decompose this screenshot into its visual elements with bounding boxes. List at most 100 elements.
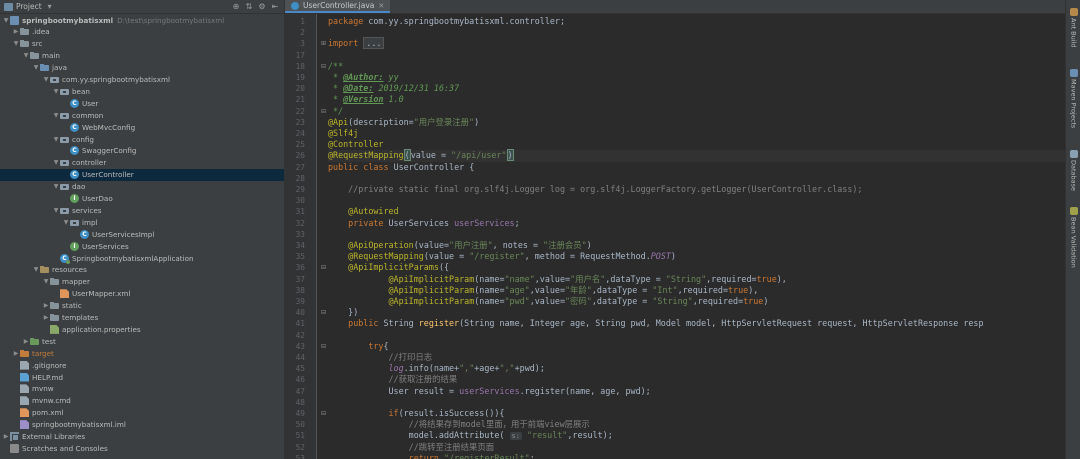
expand-arrow-icon[interactable]: ▼ <box>42 76 50 83</box>
code-line[interactable]: //打印日志 <box>328 352 1065 363</box>
code-line[interactable] <box>328 27 1065 38</box>
folded-imports[interactable]: ... <box>363 37 385 50</box>
tree-item[interactable]: WebMvcConfig <box>0 121 284 133</box>
tool-window-button[interactable]: Bean Validation <box>1066 207 1080 268</box>
tree-item[interactable]: ▼ resources <box>0 264 284 276</box>
code-line[interactable]: //将结果存到model里面，用于前端view层展示 <box>328 419 1065 430</box>
tree-item[interactable]: ▼ services <box>0 204 284 216</box>
code-line[interactable]: @ApiImplicitParams({ <box>328 262 1065 273</box>
expand-arrow-icon[interactable]: ▼ <box>2 17 10 24</box>
code-line[interactable]: //跳转至注册结果页面 <box>328 442 1065 453</box>
code-line[interactable]: @RequestMapping(value = "/api/user") <box>328 149 1065 162</box>
code-line[interactable]: if(result.isSuccess()){ <box>328 408 1065 419</box>
code-line[interactable]: * @Date: 2019/12/31 16:37 <box>328 83 1065 94</box>
tree-item[interactable]: mvnw.cmd <box>0 395 284 407</box>
code-line[interactable]: package com.yy.springbootmybatisxml.cont… <box>328 16 1065 27</box>
collapse-arrow-icon[interactable]: ▶ <box>42 302 50 309</box>
code-line[interactable]: @ApiImplicitParam(name="name",value="用户名… <box>328 274 1065 285</box>
expand-arrow-icon[interactable]: ▼ <box>22 52 30 59</box>
collapse-arrow-icon[interactable]: ▶ <box>2 433 10 440</box>
tree-item[interactable]: User <box>0 97 284 109</box>
tree-item[interactable]: ▶ templates <box>0 312 284 324</box>
tree-item[interactable]: Scratches and Consoles <box>0 442 284 454</box>
code-line[interactable]: @RequestMapping(value = "/register", met… <box>328 251 1065 262</box>
fold-marker-icon[interactable]: ⊟ <box>321 408 327 419</box>
collapse-arrow-icon[interactable]: ▶ <box>42 314 50 321</box>
code-line[interactable]: /** <box>328 61 1065 72</box>
code-line[interactable]: private UserServices userServices; <box>328 218 1065 229</box>
tree-item[interactable]: ▼ config <box>0 133 284 145</box>
locate-icon[interactable]: ⊕ <box>231 2 241 12</box>
code-line[interactable] <box>328 173 1065 184</box>
code-line[interactable]: @Controller <box>328 139 1065 150</box>
gear-icon[interactable]: ⚙ <box>257 2 267 12</box>
tree-item[interactable]: ▶ test <box>0 335 284 347</box>
hide-panel-icon[interactable]: ⇤ <box>270 2 280 12</box>
collapse-arrow-icon[interactable]: ▶ <box>22 338 30 345</box>
tree-item[interactable]: ▶ External Libraries <box>0 431 284 443</box>
code-line[interactable] <box>328 330 1065 341</box>
code-line[interactable] <box>328 195 1065 206</box>
expand-arrow-icon[interactable]: ▼ <box>12 40 20 47</box>
tree-item[interactable]: ▼ common <box>0 109 284 121</box>
tree-item[interactable]: SpringbootmybatisxmlApplication <box>0 252 284 264</box>
code-line[interactable]: @ApiOperation(value="用户注册", notes = "注册会… <box>328 240 1065 251</box>
code-line[interactable]: import ... <box>328 37 1065 50</box>
code-line[interactable] <box>328 229 1065 240</box>
code-line[interactable]: //private static final org.slf4j.Logger … <box>328 184 1065 195</box>
expand-arrow-icon[interactable]: ▼ <box>62 219 70 226</box>
expand-arrow-icon[interactable]: ▼ <box>52 88 60 95</box>
fold-marker-icon[interactable]: ⊟ <box>321 307 327 318</box>
tree-item[interactable]: ▼ com.yy.springbootmybatisxml <box>0 74 284 86</box>
code-line[interactable]: * @Author: yy <box>328 72 1065 83</box>
code-line[interactable] <box>328 50 1065 61</box>
code-line[interactable]: User result = userServices.register(name… <box>328 386 1065 397</box>
tree-item[interactable]: ▼ dao <box>0 181 284 193</box>
expand-arrow-icon[interactable]: ▼ <box>52 136 60 143</box>
tree-item[interactable]: springbootmybatisxml.iml <box>0 419 284 431</box>
tool-window-button[interactable]: Maven Projects <box>1066 68 1080 128</box>
project-view-selector[interactable]: Project <box>16 2 42 11</box>
tree-item[interactable]: UserServicesImpl <box>0 228 284 240</box>
expand-arrow-icon[interactable]: ▼ <box>42 278 50 285</box>
code-line[interactable]: */ <box>328 106 1065 117</box>
tree-item[interactable]: UserMapper.xml <box>0 288 284 300</box>
tree-item[interactable]: SwaggerConfig <box>0 145 284 157</box>
code-line[interactable]: try{ <box>328 341 1065 352</box>
tree-item[interactable]: mvnw <box>0 383 284 395</box>
code-line[interactable]: @Api(description="用户登录注册") <box>328 117 1065 128</box>
expand-arrow-icon[interactable]: ▼ <box>52 183 60 190</box>
tree-item[interactable]: UserDao <box>0 193 284 205</box>
code-line[interactable]: }) <box>328 307 1065 318</box>
collapse-all-icon[interactable]: ⇅ <box>244 2 254 12</box>
code-line[interactable]: return "/registerResult"; <box>328 453 1065 459</box>
tree-item[interactable]: HELP.md <box>0 371 284 383</box>
tree-item[interactable]: ▼ impl <box>0 216 284 228</box>
tree-item[interactable]: ▶ target <box>0 347 284 359</box>
tree-item[interactable]: ▼ mapper <box>0 276 284 288</box>
code-line[interactable]: model.addAttribute( s: "result",result); <box>328 430 1065 441</box>
code-line[interactable]: @ApiImplicitParam(name="age",value="年龄",… <box>328 285 1065 296</box>
tree-item[interactable]: .gitignore <box>0 359 284 371</box>
tool-window-button[interactable]: Database <box>1066 150 1080 191</box>
collapse-arrow-icon[interactable]: ▶ <box>12 28 20 35</box>
expand-arrow-icon[interactable]: ▼ <box>52 112 60 119</box>
fold-marker-icon[interactable]: ⊟ <box>321 341 327 352</box>
tree-item[interactable]: ▶ .idea <box>0 26 284 38</box>
code-line[interactable]: public class UserController { <box>328 162 1065 173</box>
code-line[interactable] <box>328 397 1065 408</box>
fold-marker-icon[interactable]: ⊟ <box>321 106 327 117</box>
code-line[interactable]: @Autowired <box>328 206 1065 217</box>
code-line[interactable]: //获取注册的结果 <box>328 374 1065 385</box>
tree-item[interactable]: ▼ main <box>0 50 284 62</box>
fold-marker-icon[interactable]: ⊟ <box>321 262 327 273</box>
tree-item[interactable]: pom.xml <box>0 407 284 419</box>
collapse-arrow-icon[interactable]: ▶ <box>12 350 20 357</box>
tree-item[interactable]: UserController <box>0 168 284 181</box>
tab-user-controller[interactable]: UserController.java ✕ <box>285 0 391 13</box>
code-line[interactable]: * @Version 1.0 <box>328 94 1065 105</box>
tool-window-button[interactable]: Ant Build <box>1066 8 1080 48</box>
expand-arrow-icon[interactable]: ▼ <box>32 266 40 273</box>
fold-marker-icon[interactable]: ⊟ <box>321 61 327 72</box>
expand-arrow-icon[interactable]: ▼ <box>52 207 60 214</box>
